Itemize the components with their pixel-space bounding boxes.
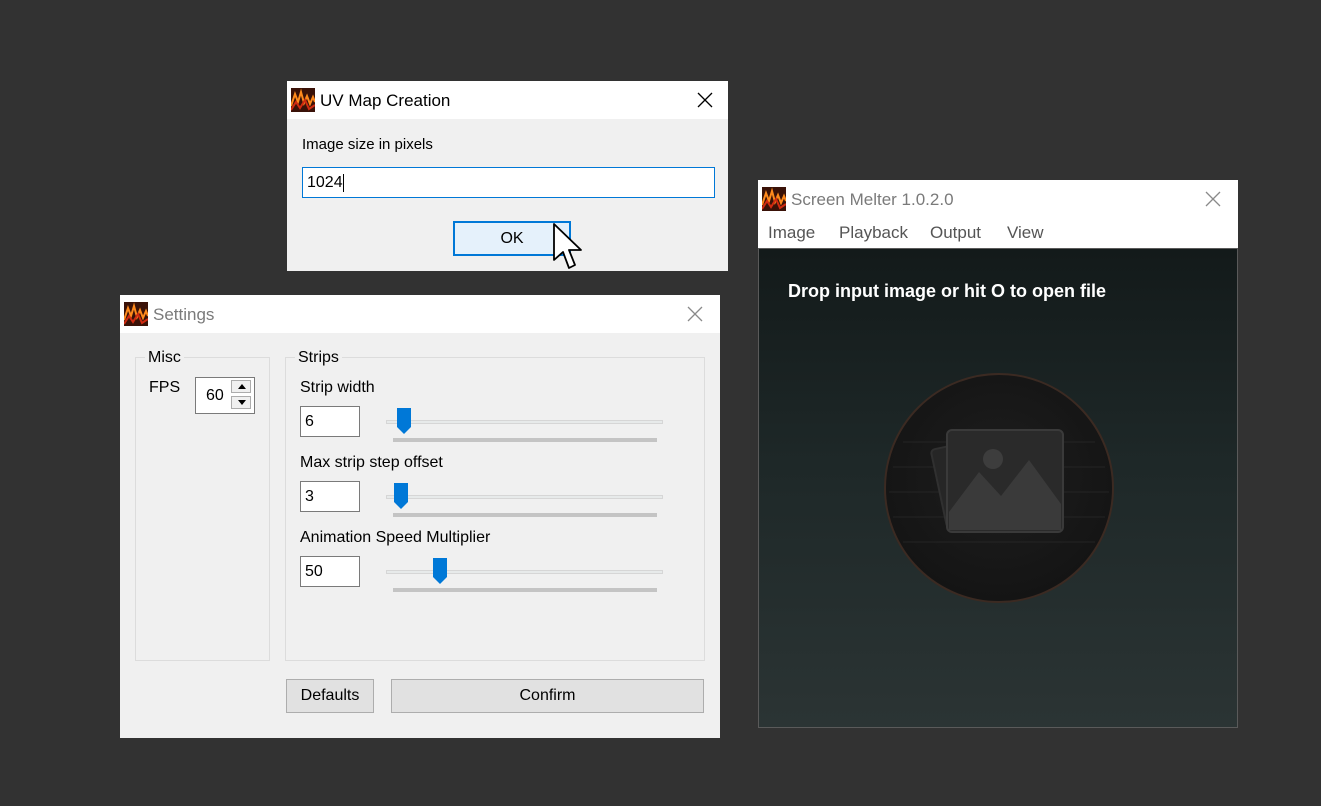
max-step-offset-input[interactable]: 3 [300, 481, 360, 512]
animation-speed-slider-thumb[interactable] [433, 558, 448, 584]
menu-playback[interactable]: Playback [839, 218, 908, 248]
strip-width-input[interactable]: 6 [300, 406, 360, 437]
strip-width-label: Strip width [300, 379, 375, 396]
close-button[interactable] [682, 81, 728, 119]
image-drop-area[interactable]: Drop input image or hit O to open file [758, 248, 1238, 728]
animation-speed-slider-ticks [393, 588, 657, 592]
drop-hint-text: Drop input image or hit O to open file [788, 281, 1106, 301]
image-placeholder-icon [884, 373, 1114, 603]
strip-width-slider-ticks [393, 438, 657, 442]
settings-titlebar[interactable]: Settings [120, 295, 720, 333]
uv-dialog-body: Image size in pixels 1024 OK [287, 119, 728, 271]
max-step-offset-value: 3 [305, 488, 314, 505]
animation-speed-label: Animation Speed Multiplier [300, 529, 491, 546]
fps-decrement-button[interactable] [231, 396, 251, 409]
fps-value: 60 [206, 387, 224, 404]
max-step-offset-label: Max strip step offset [300, 454, 443, 471]
animation-speed-input[interactable]: 50 [300, 556, 360, 587]
close-icon [1205, 191, 1221, 207]
uv-dialog-titlebar[interactable]: UV Map Creation [287, 81, 728, 119]
main-titlebar[interactable]: Screen Melter 1.0.2.0 [758, 180, 1238, 218]
animation-speed-value: 50 [305, 563, 323, 580]
animation-speed-slider-track[interactable] [386, 570, 663, 574]
text-caret [342, 173, 344, 192]
menu-output[interactable]: Output [930, 218, 981, 248]
close-icon [687, 306, 703, 322]
uv-map-dialog: UV Map Creation Image size in pixels 102… [287, 81, 728, 271]
strip-width-slider-thumb[interactable] [396, 408, 411, 434]
menu-view[interactable]: View [1007, 218, 1044, 248]
image-size-input[interactable]: 1024 [302, 167, 715, 198]
close-button[interactable] [1190, 180, 1236, 218]
settings-body: Misc FPS 60 Strips Strip width 6 Max str… [120, 333, 720, 738]
main-window-title: Screen Melter 1.0.2.0 [791, 190, 954, 209]
screen-melter-window: Screen Melter 1.0.2.0 Image Playback Out… [758, 180, 1238, 728]
uv-dialog-title: UV Map Creation [320, 91, 451, 110]
close-button[interactable] [672, 295, 718, 333]
strip-width-value: 6 [305, 413, 314, 430]
misc-group-label: Misc [145, 349, 184, 367]
mouse-cursor-icon [553, 223, 582, 269]
confirm-button[interactable]: Confirm [391, 679, 704, 713]
settings-dialog: Settings Misc FPS 60 Strips Strip width … [120, 295, 720, 738]
strip-width-slider-track[interactable] [386, 420, 663, 424]
max-step-offset-slider-track[interactable] [386, 495, 663, 499]
arrow-down-icon [238, 400, 246, 405]
max-step-offset-slider-thumb[interactable] [393, 483, 408, 509]
settings-title: Settings [153, 305, 215, 324]
fps-increment-button[interactable] [231, 380, 251, 393]
screen-melter-app-icon [291, 88, 315, 112]
max-step-offset-slider-ticks [393, 513, 657, 517]
image-size-label: Image size in pixels [302, 136, 433, 153]
menu-bar: Image Playback Output View [758, 218, 1238, 248]
menu-image[interactable]: Image [768, 218, 815, 248]
screen-melter-app-icon [124, 302, 148, 326]
arrow-up-icon [238, 384, 246, 389]
close-icon [697, 92, 713, 108]
strips-group-label: Strips [295, 349, 342, 367]
screen-melter-app-icon [762, 187, 786, 211]
defaults-button[interactable]: Defaults [286, 679, 374, 713]
image-size-value: 1024 [307, 174, 343, 191]
fps-label: FPS [149, 379, 181, 396]
